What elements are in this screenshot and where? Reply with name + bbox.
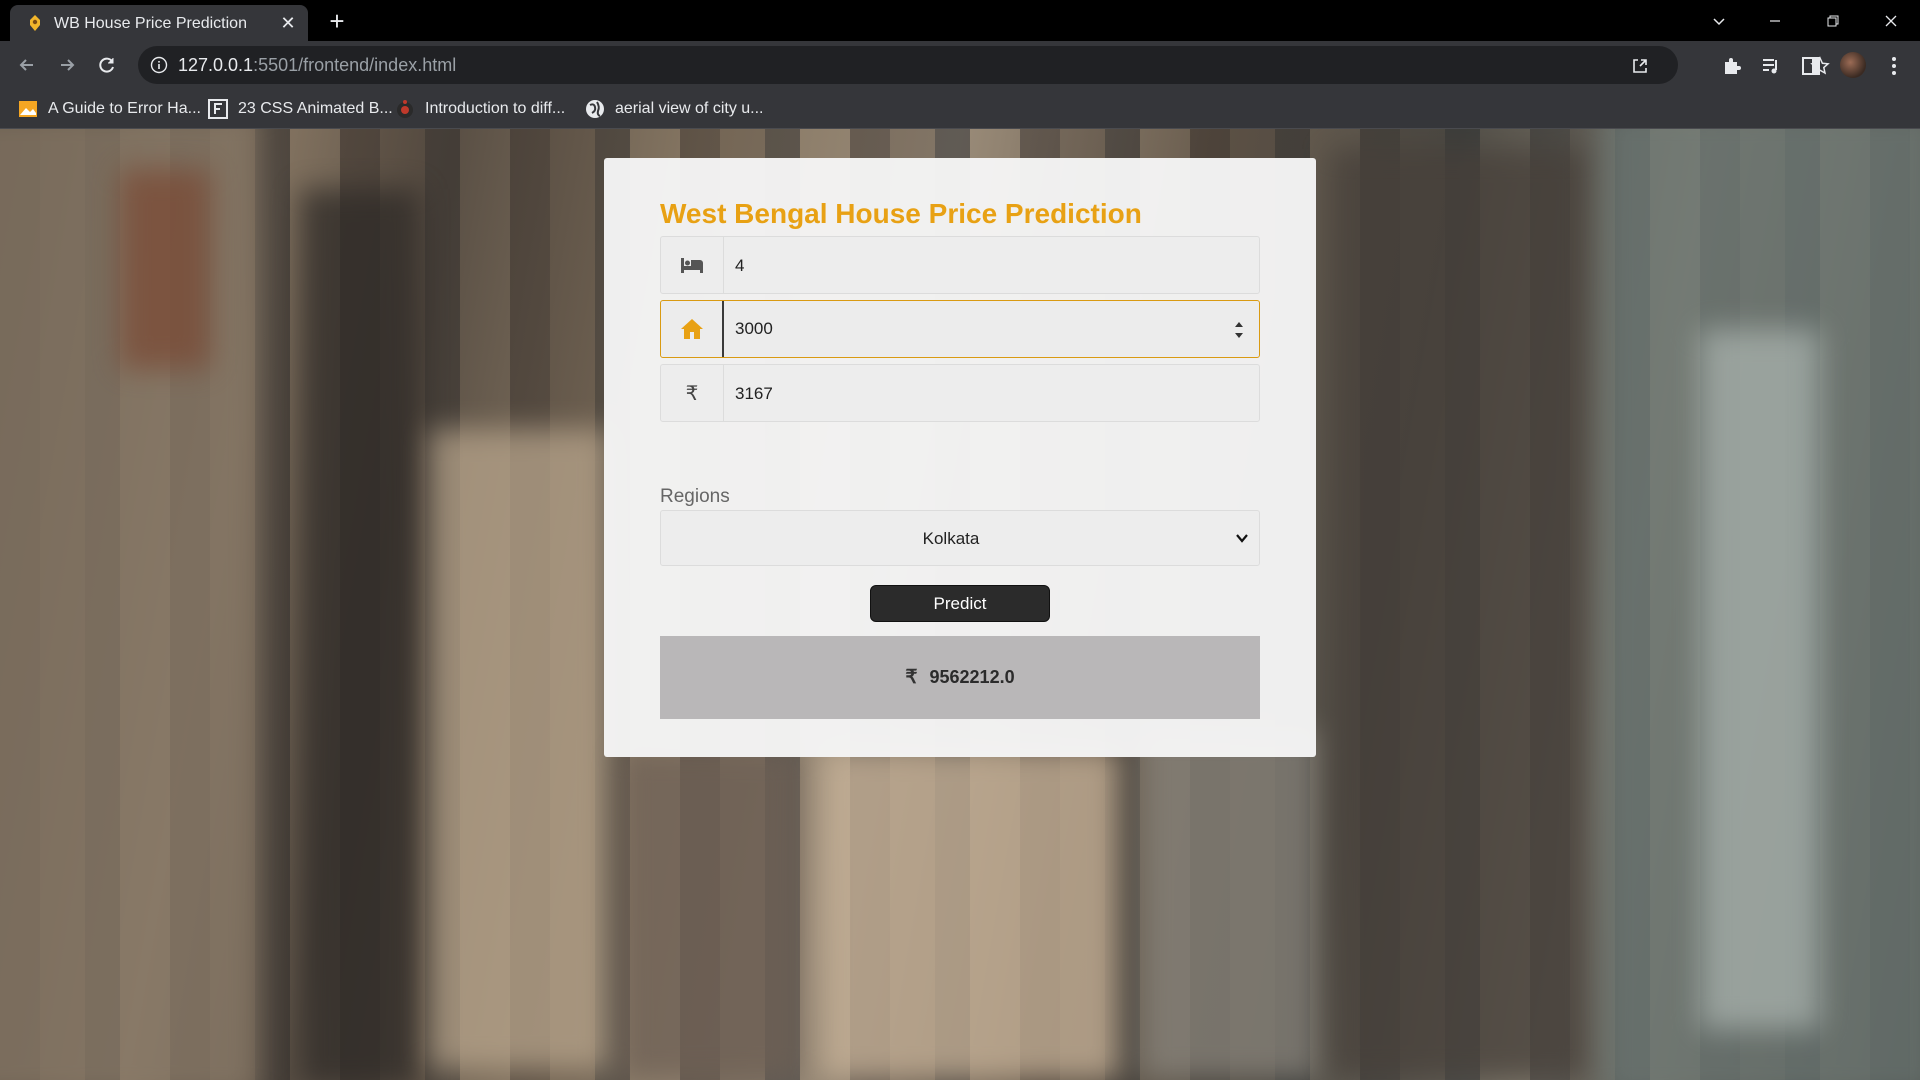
bookmark-label: A Guide to Error Ha...	[48, 100, 201, 117]
page-title: West Bengal House Price Prediction	[660, 198, 1142, 229]
url-text: 127.0.0.1:5501/frontend/index.html	[178, 55, 456, 76]
profile-avatar[interactable]	[1840, 52, 1866, 78]
bookmark-label: Introduction to diff...	[425, 100, 566, 117]
red-dot-logo-icon	[395, 99, 415, 119]
bookmark-label: 23 CSS Animated B...	[238, 100, 393, 117]
side-panel-icon[interactable]	[1800, 55, 1822, 77]
tab-title: WB House Price Prediction	[54, 15, 247, 32]
extensions-puzzle-icon[interactable]	[1721, 55, 1743, 77]
page-viewport: West Bengal House Price Prediction 4 300…	[0, 129, 1920, 1080]
prediction-result: ₹ 9562212.0	[660, 636, 1260, 719]
browser-tab[interactable]: WB House Price Prediction ✕	[10, 5, 308, 41]
result-rupee-icon: ₹	[905, 667, 918, 688]
bedrooms-field[interactable]: 4	[660, 236, 1260, 294]
media-queue-icon[interactable]	[1760, 55, 1782, 77]
bookmark-item[interactable]: aerial view of city u...	[585, 97, 764, 121]
bookmark-item[interactable]: A Guide to Error Ha...	[18, 97, 201, 121]
address-bar[interactable]: 127.0.0.1:5501/frontend/index.html	[138, 46, 1830, 84]
new-tab-button[interactable]: +	[324, 8, 350, 34]
browser-tab-strip: WB House Price Prediction ✕ +	[0, 0, 1920, 41]
f-logo-icon	[208, 99, 228, 119]
back-arrow-icon[interactable]	[13, 51, 41, 79]
bookmark-item[interactable]: Introduction to diff...	[395, 97, 565, 121]
share-icon[interactable]	[1630, 56, 1650, 76]
price-per-sqft-field[interactable]: ₹ 3167	[660, 364, 1260, 422]
price-per-sqft-value: 3167	[735, 384, 773, 403]
chevron-down-icon	[1236, 534, 1248, 543]
regions-label: Regions	[660, 486, 730, 507]
bookmarks-bar: A Guide to Error Ha... 23 CSS Animated B…	[0, 89, 1920, 129]
region-selected-value: Kolkata	[922, 529, 980, 548]
bookmark-item[interactable]: 23 CSS Animated B...	[208, 97, 393, 121]
close-window-button[interactable]	[1868, 0, 1914, 41]
result-value: 9562212.0	[929, 667, 1015, 687]
image-bookmark-icon	[18, 99, 38, 119]
home-icon	[661, 301, 724, 357]
globe-icon	[585, 99, 605, 119]
area-value: 3000	[735, 319, 773, 338]
area-field[interactable]: 3000	[660, 300, 1260, 358]
forward-arrow-icon[interactable]	[53, 51, 81, 79]
menu-kebab-icon[interactable]	[1883, 55, 1905, 77]
rupee-icon: ₹	[661, 365, 724, 421]
browser-toolbar: 127.0.0.1:5501/frontend/index.html	[0, 41, 1920, 89]
bed-icon	[661, 237, 724, 293]
reload-icon[interactable]	[93, 51, 121, 79]
minimize-button[interactable]	[1752, 0, 1798, 41]
regions-select[interactable]: Kolkata	[660, 510, 1260, 566]
tab-favicon-icon	[30, 15, 40, 31]
number-spinner-icon[interactable]	[1233, 319, 1245, 341]
tab-close-icon[interactable]: ✕	[278, 13, 298, 33]
bookmark-label: aerial view of city u...	[615, 100, 764, 117]
restore-button[interactable]	[1810, 0, 1856, 41]
url-path: :5501/frontend/index.html	[253, 55, 457, 75]
bedrooms-value: 4	[735, 256, 745, 275]
site-info-icon[interactable]	[150, 56, 168, 74]
tab-search-chevron-icon[interactable]	[1696, 0, 1742, 41]
url-host: 127.0.0.1	[178, 55, 254, 75]
prediction-card: West Bengal House Price Prediction 4 300…	[604, 158, 1316, 757]
predict-button[interactable]: Predict	[870, 585, 1050, 622]
